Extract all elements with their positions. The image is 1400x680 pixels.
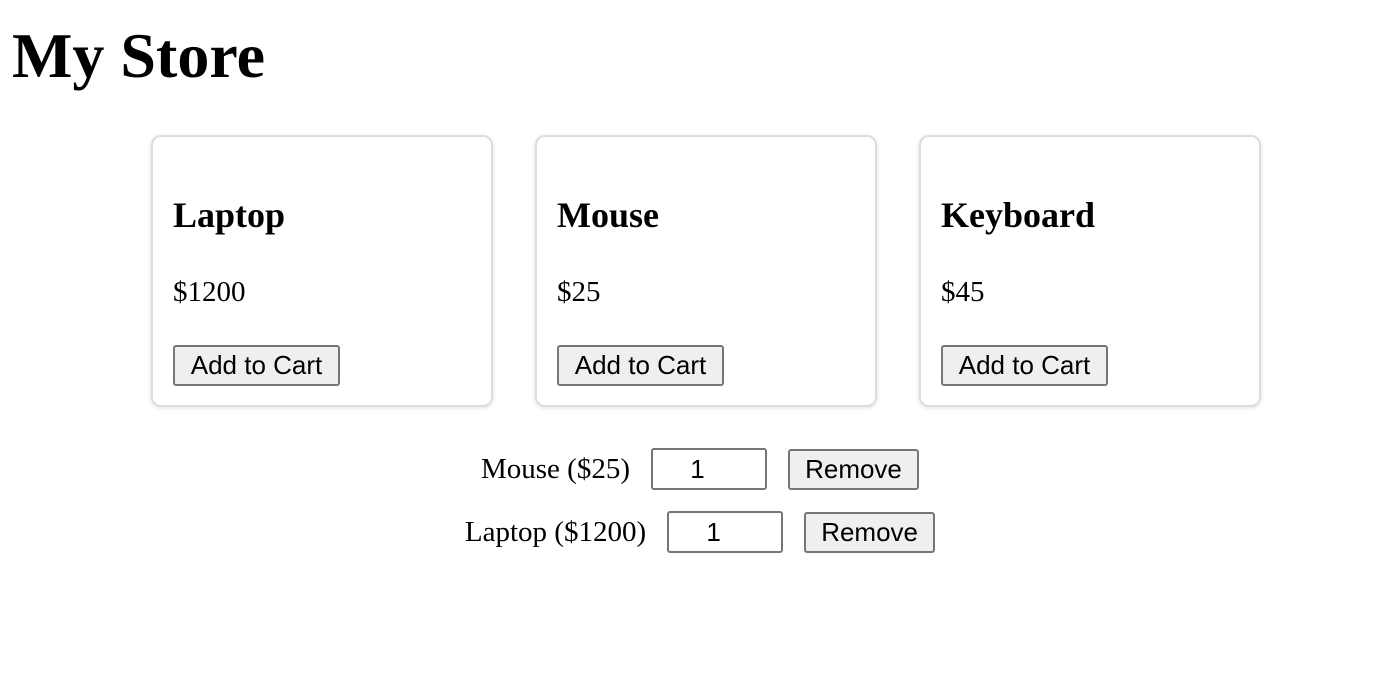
add-to-cart-button-laptop[interactable]: Add to Cart [173, 345, 340, 386]
add-to-cart-button-keyboard[interactable]: Add to Cart [941, 345, 1108, 386]
cart-item-label: Mouse ($25) [480, 453, 630, 485]
product-name: Keyboard [941, 195, 1096, 235]
cart-item-label: Laptop ($1200) [464, 516, 647, 548]
product-card-mouse: Mouse $25 Add to Cart [535, 135, 877, 407]
add-to-cart-button-mouse[interactable]: Add to Cart [557, 345, 724, 386]
product-price: $25 [557, 276, 601, 308]
store-page: My Store Laptop $1200 Add to Cart Mouse … [0, 0, 1400, 680]
product-name: Mouse [557, 195, 659, 235]
product-card-laptop: Laptop $1200 Add to Cart [151, 135, 493, 407]
product-price: $1200 [173, 276, 246, 308]
product-price: $45 [941, 276, 985, 308]
remove-button-laptop[interactable]: Remove [804, 511, 936, 553]
cart-list: Mouse ($25) Remove Laptop ($1200) Remove [0, 448, 1400, 574]
product-list: Laptop $1200 Add to Cart Mouse $25 Add t… [151, 135, 1261, 407]
page-title: My Store [12, 20, 265, 91]
product-card-keyboard: Keyboard $45 Add to Cart [919, 135, 1261, 407]
remove-button-mouse[interactable]: Remove [788, 448, 919, 490]
cart-item-laptop: Laptop ($1200) Remove [0, 511, 1400, 553]
quantity-input-laptop[interactable] [667, 511, 784, 553]
product-name: Laptop [173, 195, 286, 235]
quantity-input-mouse[interactable] [651, 448, 767, 490]
cart-item-mouse: Mouse ($25) Remove [0, 448, 1400, 490]
